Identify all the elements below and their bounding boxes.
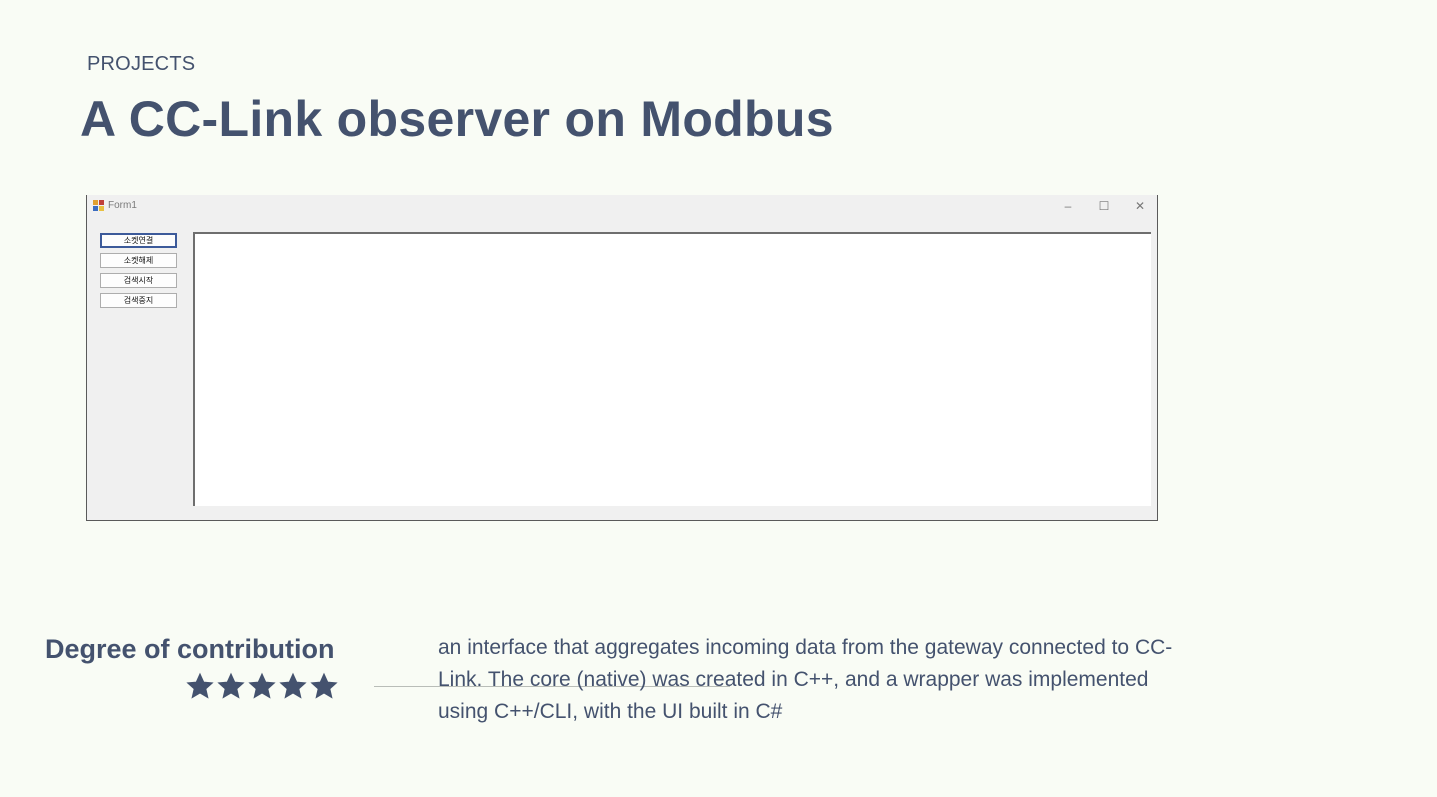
contribution-rating bbox=[186, 672, 338, 702]
form-app-icon bbox=[93, 200, 104, 211]
star-icon bbox=[186, 672, 214, 699]
project-description: an interface that aggregates incoming da… bbox=[438, 636, 1173, 723]
page-title: A CC-Link observer on Modbus bbox=[80, 91, 834, 147]
socket-disconnect-button[interactable]: 소켓해제 bbox=[100, 253, 177, 268]
search-stop-button[interactable]: 검색중지 bbox=[100, 293, 177, 308]
close-button[interactable]: ✕ bbox=[1125, 197, 1155, 215]
form-titlebar: Form1 – ☐ ✕ bbox=[87, 195, 1157, 218]
star-icon bbox=[310, 672, 338, 699]
form-title: Form1 bbox=[108, 200, 137, 211]
socket-connect-button[interactable]: 소켓연결 bbox=[100, 233, 177, 248]
star-icon bbox=[248, 672, 276, 699]
search-start-button[interactable]: 검색시작 bbox=[100, 273, 177, 288]
form-screenshot: Form1 – ☐ ✕ 소켓연결 소켓해제 검색시작 검색중지 bbox=[86, 195, 1158, 521]
star-icon bbox=[217, 672, 245, 699]
star-icon bbox=[279, 672, 307, 699]
section-label: PROJECTS bbox=[87, 53, 196, 75]
minimize-button[interactable]: – bbox=[1053, 197, 1083, 215]
contribution-label: Degree of contribution bbox=[45, 634, 335, 664]
output-listbox[interactable] bbox=[193, 232, 1151, 506]
maximize-button[interactable]: ☐ bbox=[1089, 197, 1119, 215]
